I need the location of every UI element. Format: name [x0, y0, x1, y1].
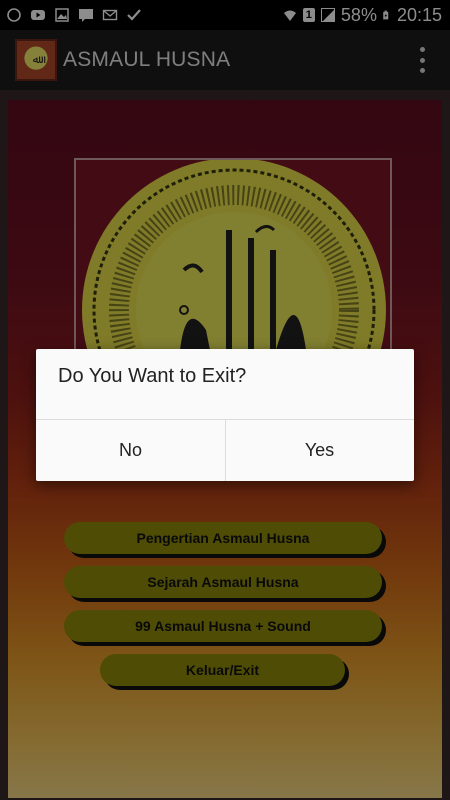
no-button[interactable]: No: [36, 420, 225, 481]
yes-button[interactable]: Yes: [225, 420, 414, 481]
screen: 1 58% 20:15 ﷲ ASMAUL HUSNA Pengertian As…: [0, 0, 450, 800]
dialog-title: Do You Want to Exit?: [58, 365, 247, 387]
exit-dialog: Do You Want to Exit? No Yes: [36, 349, 414, 481]
